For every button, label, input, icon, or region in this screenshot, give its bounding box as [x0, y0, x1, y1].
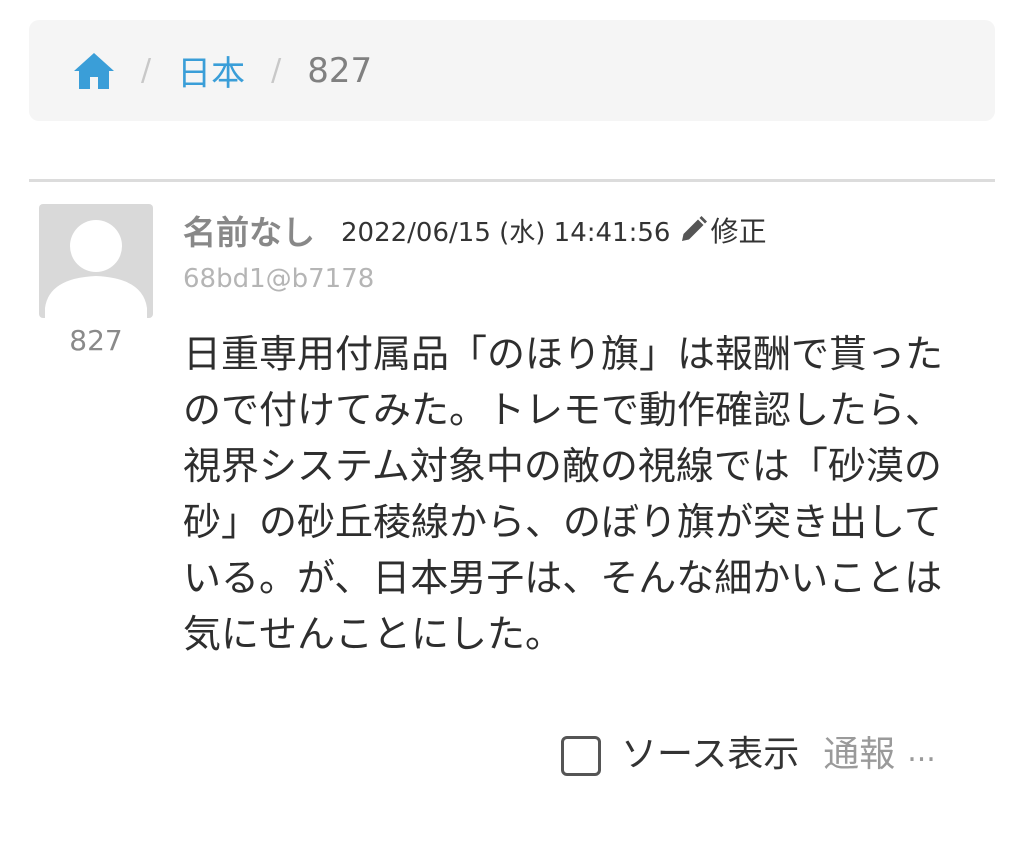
post-header: 名前なし 2022/06/15 (水) 14:41:56 修正: [183, 205, 766, 255]
post-body-line: 視界システム対象中の敵の視線では「砂漠の: [183, 444, 942, 488]
post-body-line: いる。が、日本男子は、そんな細かいことは: [183, 556, 943, 600]
breadcrumb-separator: /: [271, 53, 282, 88]
post-body-line: 砂」の砂丘稜線から、のぼり旗が突き出して: [183, 500, 942, 544]
edit-button[interactable]: 修正: [710, 210, 766, 250]
source-label[interactable]: ソース表示: [621, 725, 799, 777]
breadcrumb: / 日本 / 827: [29, 20, 995, 121]
post-body-line: ので付けてみた。トレモで動作確認したら、: [183, 388, 944, 432]
pencil-icon[interactable]: [678, 215, 708, 245]
post-body-line: 日重専用付属品「のほり旗」は報酬で貰った: [183, 332, 944, 376]
source-checkbox[interactable]: [561, 736, 601, 776]
post-body-line: 気にせんことにした。: [183, 612, 564, 656]
more-button[interactable]: ...: [907, 734, 936, 769]
breadcrumb-link-board[interactable]: 日本: [177, 46, 245, 95]
post-date: 2022/06/15 (水) 14:41:56: [341, 217, 671, 248]
post-body: 日重専用付属品「のほり旗」は報酬で貰った ので付けてみた。トレモで動作確認したら…: [183, 326, 988, 662]
post-footer: ソース表示 通報 ...: [561, 724, 936, 778]
breadcrumb-current: 827: [307, 50, 373, 91]
user-silhouette-icon: [45, 220, 147, 318]
avatar: [39, 204, 153, 318]
user-id: 68bd1@b7178: [183, 264, 375, 294]
breadcrumb-separator: /: [141, 53, 152, 88]
post-number: 827: [69, 324, 123, 357]
divider: [29, 179, 995, 182]
report-link[interactable]: 通報: [823, 725, 895, 777]
home-icon[interactable]: [73, 51, 115, 91]
author-name: 名前なし: [183, 213, 315, 252]
